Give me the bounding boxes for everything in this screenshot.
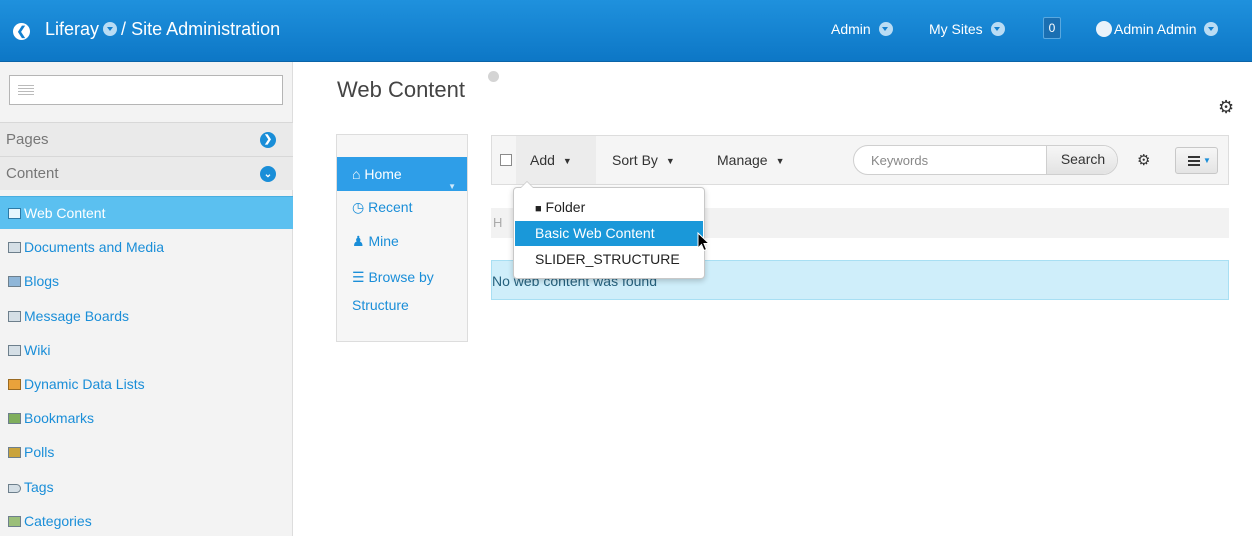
management-toolbar: Add▼ Sort By▼ Manage▼ Search ⚙ ▼ [491, 135, 1229, 185]
list-view-icon [1188, 156, 1200, 168]
sidebar-item-documents-and-media[interactable]: Documents and Media [0, 231, 293, 264]
chevron-right-icon[interactable]: ❯ [260, 132, 276, 148]
sidebar-item-tags[interactable]: Tags [0, 471, 293, 504]
sidebar-item-web-content[interactable]: Web Content [0, 196, 293, 229]
section-title: Site Administration [131, 19, 281, 39]
dropdown-caret [520, 181, 534, 188]
blogs-icon [8, 276, 21, 287]
back-icon[interactable]: ❮ [13, 23, 30, 40]
manage-button[interactable]: Manage ▼ [717, 152, 785, 168]
add-menu-item-folder[interactable]: ■ Folder [515, 195, 703, 220]
toolbar-gear-icon[interactable]: ⚙ [1137, 151, 1150, 169]
sidebar-item-blogs[interactable]: Blogs [0, 265, 293, 298]
tag-icon [8, 484, 21, 493]
top-bar: ❮ Liferay / Site Administration Admin My … [0, 0, 1252, 62]
categories-icon [8, 516, 21, 527]
sidebar-section-content[interactable]: Content ⌄ [0, 156, 293, 190]
sidebar-item-bookmarks[interactable]: Bookmarks [0, 402, 293, 435]
sidebar-search-input[interactable] [9, 75, 283, 105]
add-dropdown-menu: ■ Folder Basic Web Content SLIDER_STRUCT… [513, 181, 705, 279]
notification-count-badge[interactable]: 0 [1043, 17, 1061, 39]
page-title: Web Content [337, 77, 466, 102]
chevron-down-icon[interactable] [878, 22, 893, 36]
avatar [1096, 21, 1112, 37]
chevron-down-icon[interactable] [1204, 22, 1219, 36]
dynamic-data-lists-icon [8, 379, 21, 390]
sidebar: Pages ❯ Content ⌄ Web Content Documents … [0, 62, 293, 536]
select-all-checkbox[interactable] [500, 154, 512, 166]
search-input[interactable] [854, 146, 1047, 174]
list-icon: ☰ [352, 269, 365, 285]
user-menu[interactable]: Admin Admin [1096, 21, 1219, 37]
message-boards-icon [8, 311, 21, 322]
search-box: Search [853, 145, 1118, 175]
folder-navigation: ⌂ Home ▼ ◷ Recent ♟ Mine ☰ Browse by Str… [336, 134, 468, 342]
home-icon: ⌂ [352, 166, 361, 182]
user-icon: ♟ [352, 233, 365, 249]
help-icon[interactable] [488, 71, 499, 82]
wiki-icon [8, 345, 21, 356]
search-lines-icon [18, 85, 34, 97]
sidebar-item-categories[interactable]: Categories [0, 505, 293, 536]
folder-icon: ■ [535, 203, 542, 215]
admin-menu[interactable]: Admin [831, 21, 893, 37]
caret-down-icon: ▼ [665, 156, 675, 166]
configuration-gear-icon[interactable]: ⚙ [1218, 97, 1234, 118]
chevron-down-icon[interactable]: ⌄ [260, 166, 276, 182]
sidebar-section-pages[interactable]: Pages ❯ [0, 122, 293, 156]
bookmarks-icon [8, 413, 21, 424]
sidebar-item-wiki[interactable]: Wiki [0, 334, 293, 367]
caret-down-icon: ▼ [562, 156, 572, 166]
sidebar-item-polls[interactable]: Polls [0, 436, 293, 469]
site-title: Liferay / Site Administration [45, 19, 281, 39]
nav-item-home[interactable]: ⌂ Home ▼ [337, 157, 467, 191]
nav-item-browse-by-structure[interactable]: ☰ Browse by Structure [337, 263, 467, 319]
nav-item-mine[interactable]: ♟ Mine [337, 224, 467, 258]
web-content-icon [8, 208, 21, 219]
caret-down-icon: ▼ [1203, 156, 1211, 165]
polls-icon [8, 447, 21, 458]
brand-name[interactable]: Liferay [45, 19, 99, 39]
add-menu-button[interactable]: Add ▼ [530, 152, 572, 168]
sort-by-button[interactable]: Sort By ▼ [612, 152, 675, 168]
documents-icon [8, 242, 21, 253]
caret-down-icon: ▼ [775, 156, 785, 166]
chevron-down-icon[interactable] [990, 22, 1005, 36]
clock-icon: ◷ [352, 199, 365, 215]
display-style-button[interactable]: ▼ [1175, 147, 1218, 174]
nav-item-recent[interactable]: ◷ Recent [337, 190, 467, 224]
add-menu-item-basic-web-content[interactable]: Basic Web Content [515, 221, 703, 246]
mouse-cursor-icon [697, 232, 711, 252]
site-dropdown-icon[interactable] [103, 22, 118, 36]
search-button[interactable]: Search [1046, 146, 1117, 174]
add-menu-item-slider-structure[interactable]: SLIDER_STRUCTURE [515, 247, 703, 272]
sidebar-item-message-boards[interactable]: Message Boards [0, 300, 293, 333]
my-sites-menu[interactable]: My Sites [929, 21, 1005, 37]
sidebar-item-dynamic-data-lists[interactable]: Dynamic Data Lists [0, 368, 293, 401]
